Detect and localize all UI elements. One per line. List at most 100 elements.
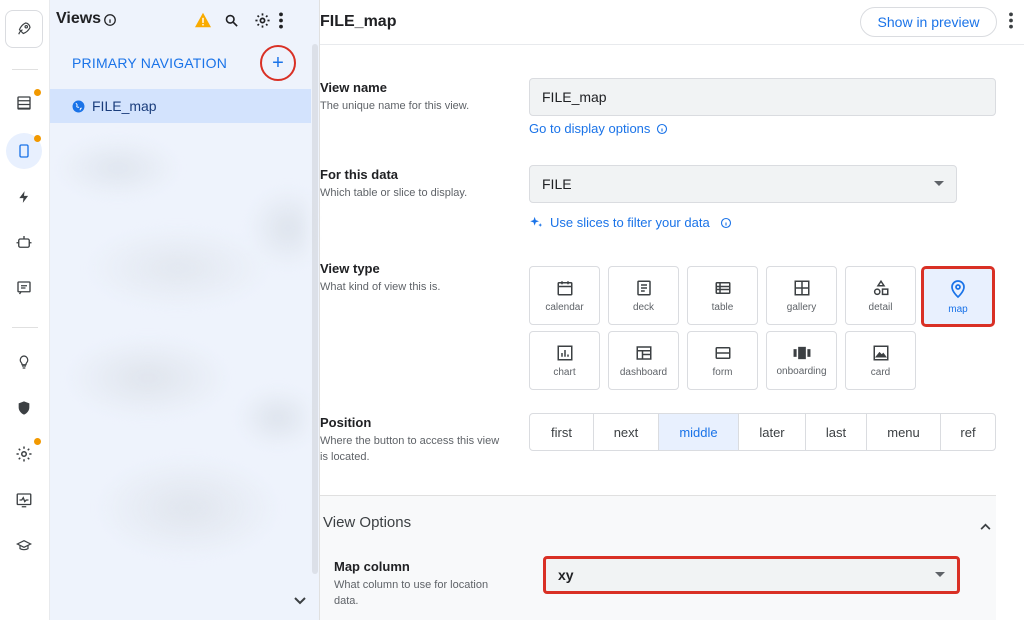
view-type-gallery[interactable]: gallery bbox=[766, 266, 837, 325]
use-slices-link[interactable]: Use slices to filter your data bbox=[529, 215, 732, 230]
view-type-calendar[interactable]: calendar bbox=[529, 266, 600, 325]
views-title: Views bbox=[56, 10, 102, 27]
view-type-onboarding-label: onboarding bbox=[776, 365, 827, 377]
view-type-card-label: card bbox=[870, 366, 891, 378]
map-column-select[interactable]: xy bbox=[543, 556, 960, 594]
view-type-form[interactable]: form bbox=[687, 331, 758, 390]
position-label: Position bbox=[320, 415, 372, 430]
view-type-map-label: map bbox=[948, 303, 968, 315]
shapes-icon bbox=[873, 279, 888, 295]
monitor-pulse-icon[interactable] bbox=[6, 482, 42, 518]
sparkle-icon bbox=[529, 215, 544, 230]
add-view-button[interactable]: + bbox=[260, 45, 296, 81]
view-name-input[interactable]: FILE_map bbox=[529, 78, 996, 116]
view-type-dashboard-label: dashboard bbox=[619, 366, 668, 378]
views-panel: Views PRIMARY NAVIGATION + FILE_map bbox=[50, 0, 320, 620]
view-type-chart[interactable]: chart bbox=[529, 331, 600, 390]
view-item-label: FILE_map bbox=[92, 98, 157, 114]
gear-icon[interactable] bbox=[254, 12, 271, 34]
show-in-preview-button[interactable]: Show in preview bbox=[860, 7, 997, 37]
position-menu[interactable]: menu bbox=[867, 414, 941, 450]
editor-topbar: FILE_map Show in preview bbox=[320, 0, 1024, 45]
position-ref[interactable]: ref bbox=[941, 414, 995, 450]
graduation-cap-icon[interactable] bbox=[6, 528, 42, 564]
go-to-display-options-link[interactable]: Go to display options bbox=[529, 121, 668, 136]
blurred-view-list bbox=[58, 128, 308, 608]
for-data-description: Which table or slice to display. bbox=[320, 187, 468, 199]
views-scrollbar[interactable] bbox=[312, 44, 318, 574]
position-next[interactable]: next bbox=[594, 414, 659, 450]
position-later[interactable]: later bbox=[739, 414, 806, 450]
plus-icon: + bbox=[272, 51, 284, 74]
go-to-display-options-text: Go to display options bbox=[529, 121, 651, 136]
rocket-icon[interactable] bbox=[5, 10, 43, 48]
primary-navigation-label: PRIMARY NAVIGATION bbox=[72, 55, 228, 71]
for-data-label: For this data bbox=[320, 167, 399, 182]
view-type-chart-label: chart bbox=[553, 366, 576, 378]
table-icon bbox=[715, 281, 730, 294]
search-icon[interactable] bbox=[224, 13, 239, 33]
view-type-description: What kind of view this is. bbox=[320, 281, 441, 293]
view-type-map[interactable]: map bbox=[921, 266, 995, 327]
rail-divider bbox=[12, 327, 38, 328]
view-name-description: The unique name for this view. bbox=[320, 100, 470, 112]
carousel-icon bbox=[793, 346, 810, 359]
view-type-deck-label: deck bbox=[632, 301, 655, 313]
page-title: FILE_map bbox=[320, 13, 397, 30]
globe-icon bbox=[72, 100, 85, 113]
notification-dot bbox=[34, 89, 41, 96]
bot-icon[interactable] bbox=[6, 224, 42, 260]
image-card-icon bbox=[873, 345, 888, 360]
more-options-icon[interactable] bbox=[1008, 12, 1014, 34]
shield-icon[interactable] bbox=[6, 390, 42, 426]
chevron-up-icon[interactable] bbox=[980, 517, 991, 535]
views-header: Views bbox=[50, 0, 320, 40]
view-type-table-label: table bbox=[711, 301, 734, 313]
position-segmented-control: first next middle later last menu ref bbox=[529, 413, 996, 451]
position-description: Where the button to access this view is … bbox=[320, 435, 500, 463]
chart-icon bbox=[557, 345, 572, 360]
info-icon bbox=[656, 123, 668, 135]
gallery-grid-icon bbox=[794, 280, 809, 295]
dashboard-icon bbox=[636, 345, 651, 360]
info-icon[interactable] bbox=[103, 13, 117, 32]
dropdown-caret-icon bbox=[934, 181, 944, 186]
view-type-onboarding[interactable]: onboarding bbox=[766, 331, 837, 390]
lightbulb-icon[interactable] bbox=[6, 344, 42, 380]
use-slices-text: Use slices to filter your data bbox=[550, 215, 710, 230]
position-last[interactable]: last bbox=[806, 414, 867, 450]
view-list-item[interactable]: FILE_map bbox=[50, 89, 311, 123]
deck-icon bbox=[636, 280, 651, 295]
view-type-form-label: form bbox=[712, 366, 733, 378]
map-column-value: xy bbox=[558, 567, 574, 583]
dropdown-caret-icon bbox=[935, 572, 945, 577]
position-middle[interactable]: middle bbox=[659, 414, 739, 450]
view-type-card[interactable]: card bbox=[845, 331, 916, 390]
automation-bolt-icon[interactable] bbox=[6, 179, 42, 215]
data-source-value: FILE bbox=[542, 176, 572, 192]
view-type-label: View type bbox=[320, 261, 380, 276]
warning-icon[interactable] bbox=[194, 12, 212, 33]
calendar-icon bbox=[557, 280, 572, 295]
rail-divider bbox=[12, 69, 38, 70]
notification-dot bbox=[34, 135, 41, 142]
position-first[interactable]: first bbox=[530, 414, 594, 450]
chat-icon[interactable] bbox=[6, 270, 42, 306]
view-type-gallery-label: gallery bbox=[786, 301, 817, 313]
view-type-calendar-label: calendar bbox=[545, 301, 584, 313]
notification-dot bbox=[34, 438, 41, 445]
view-name-label: View name bbox=[320, 80, 387, 95]
more-options-icon[interactable] bbox=[278, 12, 284, 34]
view-type-deck[interactable]: deck bbox=[608, 266, 679, 325]
chevron-down-icon[interactable] bbox=[294, 592, 306, 610]
map-pin-icon bbox=[951, 279, 965, 298]
data-source-select[interactable]: FILE bbox=[529, 165, 957, 203]
form-icon bbox=[715, 346, 730, 359]
view-type-dashboard[interactable]: dashboard bbox=[608, 331, 679, 390]
view-type-detail[interactable]: detail bbox=[845, 266, 916, 325]
info-icon bbox=[720, 217, 732, 229]
view-type-table[interactable]: table bbox=[687, 266, 758, 325]
map-column-label: Map column bbox=[334, 559, 410, 574]
view-options-title[interactable]: View Options bbox=[323, 514, 411, 531]
view-type-detail-label: detail bbox=[868, 301, 893, 313]
